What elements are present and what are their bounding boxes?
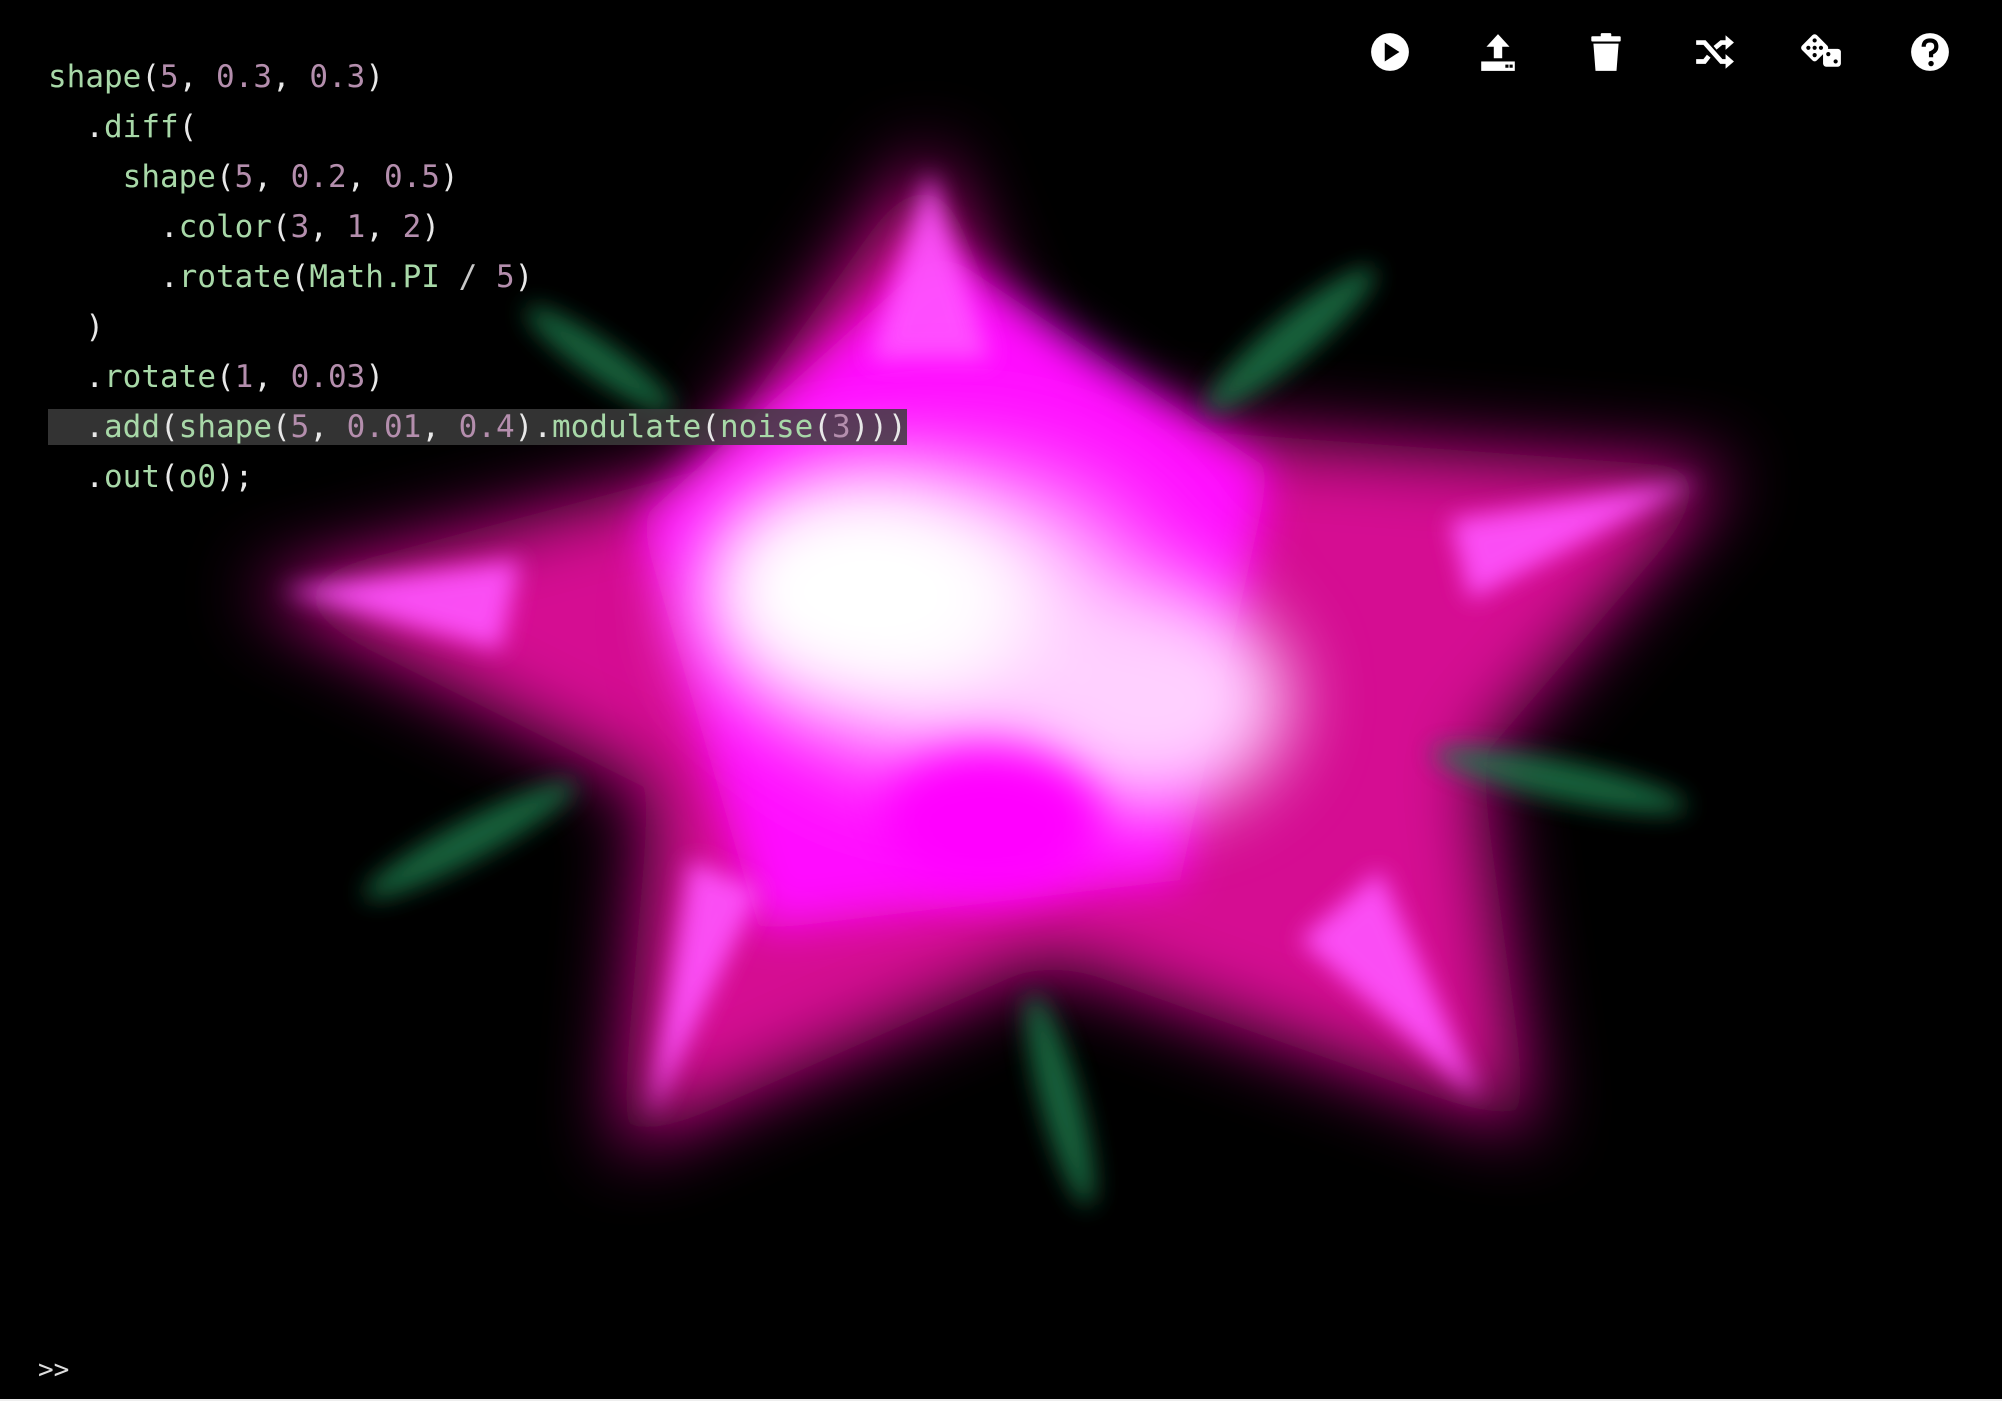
- code-token: ): [365, 59, 384, 95]
- help-button[interactable]: [1876, 26, 1984, 78]
- code-token: shape: [122, 159, 216, 195]
- code-token: 0.3: [216, 59, 272, 95]
- code-token: shape: [178, 409, 272, 445]
- code-token: ,: [365, 209, 403, 245]
- code-token: (: [160, 409, 179, 445]
- random-button[interactable]: [1768, 26, 1876, 78]
- code-token: shape: [48, 59, 142, 95]
- code-token: 3: [290, 209, 310, 245]
- code-token: ,: [253, 159, 291, 195]
- code-token: diff: [104, 109, 179, 145]
- code-token: 2: [402, 209, 422, 245]
- code-line[interactable]: .add(shape(5, 0.01, 0.4).modulate(noise(…: [48, 402, 907, 452]
- code-line[interactable]: shape(5, 0.3, 0.3): [48, 52, 907, 102]
- code-token: (: [271, 209, 291, 245]
- code-token: 5: [495, 259, 515, 295]
- code-token: out: [104, 459, 160, 495]
- code-token: /: [439, 259, 496, 295]
- code-token: ,: [178, 59, 216, 95]
- code-token: 0.03: [290, 359, 366, 395]
- code-token: ,: [346, 159, 384, 195]
- code-token: .: [48, 359, 104, 395]
- code-token: 0.01: [346, 409, 422, 445]
- code-token: (: [215, 359, 235, 395]
- code-token: 0.3: [309, 59, 366, 95]
- code-token: ): [439, 159, 459, 195]
- code-token: o0: [178, 459, 216, 495]
- upload-icon: [1481, 34, 1515, 71]
- trash-icon: [1591, 33, 1621, 71]
- code-token: (: [701, 409, 720, 445]
- code-editor[interactable]: shape(5, 0.3, 0.3) .diff( shape(5, 0.2, …: [48, 52, 907, 502]
- code-token: .: [48, 459, 104, 495]
- code-line[interactable]: .rotate(Math.PI / 5): [48, 252, 907, 302]
- code-token: 5: [290, 409, 310, 445]
- code-token: ,: [421, 409, 459, 445]
- code-token: 5: [234, 159, 254, 195]
- code-token: 0.5: [383, 159, 440, 195]
- code-token: rotate: [104, 359, 216, 395]
- code-token: 1: [346, 209, 366, 245]
- code-token: 0.4: [458, 409, 515, 445]
- code-token: (: [290, 259, 310, 295]
- code-token: ))): [850, 409, 907, 445]
- dice-icon: [1801, 34, 1841, 67]
- selected-code-text: .add(shape(5, 0.01, 0.4).modulate(noise(…: [48, 409, 907, 445]
- code-token: ,: [309, 409, 347, 445]
- shuffle-button[interactable]: [1660, 26, 1768, 78]
- code-token: ,: [272, 59, 310, 95]
- console-prompt: >>: [38, 1355, 70, 1385]
- help-icon: [1911, 33, 1949, 71]
- code-token: ): [365, 359, 384, 395]
- code-token: ): [48, 309, 104, 345]
- code-token: 3: [831, 409, 851, 445]
- code-token: .: [48, 109, 104, 145]
- code-token: noise: [719, 409, 814, 445]
- code-token: Math.PI: [309, 259, 440, 295]
- code-token: ): [421, 209, 440, 245]
- toolbar: [1336, 26, 1984, 78]
- code-token: (: [141, 59, 160, 95]
- code-token: (: [160, 459, 179, 495]
- code-token: (: [813, 409, 832, 445]
- code-token: (: [178, 109, 198, 145]
- code-token: 5: [160, 59, 179, 95]
- code-line[interactable]: .out(o0);: [48, 452, 907, 502]
- code-token: ,: [309, 209, 347, 245]
- code-token: rotate: [178, 259, 291, 295]
- run-button[interactable]: [1336, 26, 1444, 78]
- play-icon: [1371, 33, 1409, 71]
- code-token: .: [48, 409, 104, 445]
- shuffle-icon: [1696, 35, 1734, 69]
- code-line[interactable]: .diff(: [48, 102, 907, 152]
- code-token: color: [178, 209, 272, 245]
- code-token: (: [215, 159, 235, 195]
- code-token: (: [272, 409, 291, 445]
- clear-button[interactable]: [1552, 26, 1660, 78]
- code-token: 0.2: [290, 159, 347, 195]
- code-line[interactable]: ): [48, 302, 907, 352]
- code-token: add: [104, 409, 160, 445]
- code-token: );: [216, 459, 254, 495]
- upload-button[interactable]: [1444, 26, 1552, 78]
- code-token: 1: [234, 359, 254, 395]
- code-token: ).: [514, 409, 552, 445]
- code-line[interactable]: shape(5, 0.2, 0.5): [48, 152, 907, 202]
- code-token: ,: [253, 359, 291, 395]
- console-bar[interactable]: >>: [0, 1341, 2002, 1401]
- code-token: modulate: [551, 409, 702, 445]
- code-line[interactable]: .rotate(1, 0.03): [48, 352, 907, 402]
- code-token: ): [514, 259, 534, 295]
- code-line[interactable]: .color(3, 1, 2): [48, 202, 907, 252]
- code-token: .: [48, 209, 179, 245]
- code-token: .: [48, 259, 179, 295]
